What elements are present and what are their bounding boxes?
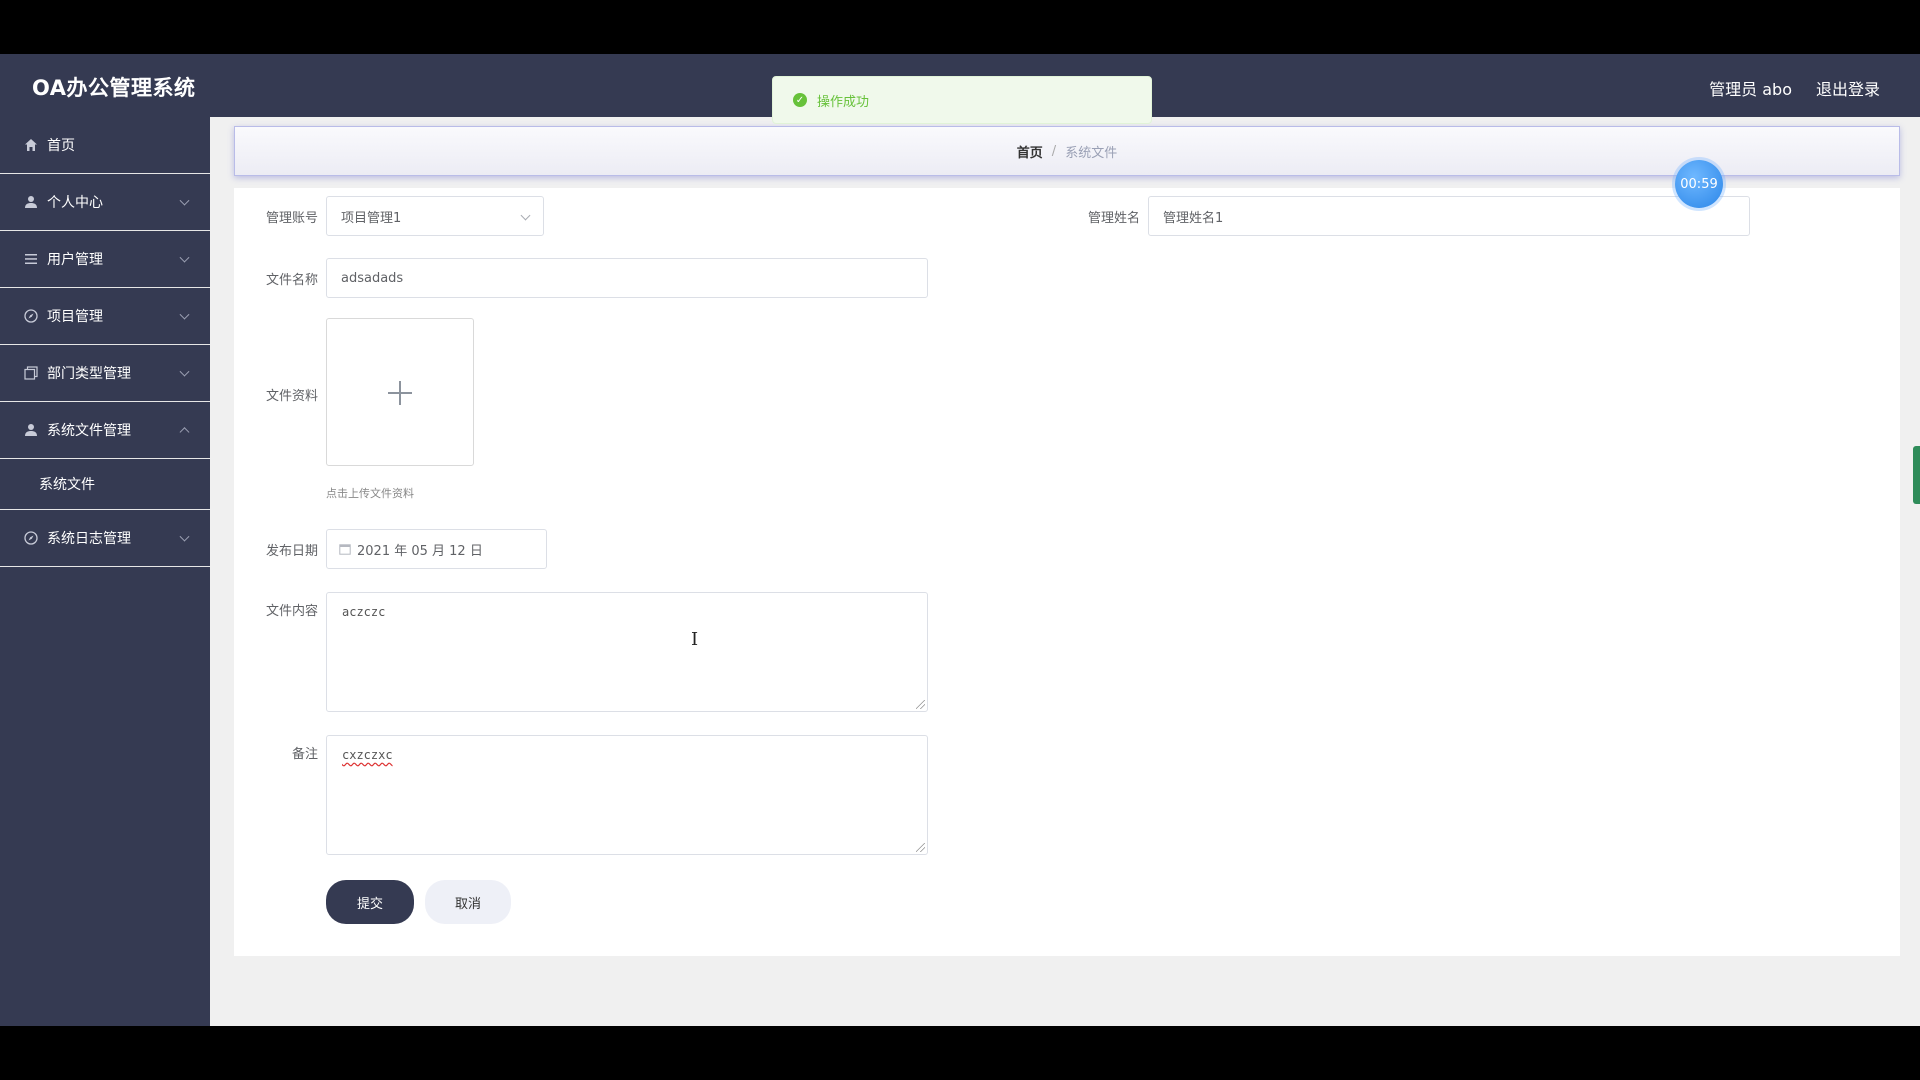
user-name[interactable]: 管理员 abo	[1709, 76, 1792, 100]
content-textarea[interactable]: aczczc	[326, 592, 928, 712]
file-name-input[interactable]: adsadads	[326, 258, 928, 298]
remark-text: cxzczxc	[342, 748, 393, 762]
file-upload-hint: 点击上传文件资料	[326, 487, 414, 500]
text-cursor-icon: I	[691, 629, 699, 650]
chevron-up-icon	[179, 427, 190, 438]
success-toast: ✓ 操作成功	[772, 76, 1152, 124]
remark-textarea[interactable]: cxzczxc	[326, 735, 928, 855]
home-icon	[24, 138, 38, 152]
sidebar-item-label: 部门类型管理	[47, 366, 131, 382]
date-value: 2021 年 05 月 12 日	[357, 543, 483, 559]
account-select[interactable]: 项目管理1	[326, 196, 544, 236]
app-title: OA办公管理系统	[32, 76, 196, 100]
logout-button[interactable]: 退出登录	[1816, 76, 1880, 100]
side-edge-tab[interactable]	[1913, 446, 1920, 504]
resize-handle-icon[interactable]	[916, 843, 925, 852]
sidebar-item-system-files[interactable]: 系统文件管理	[0, 402, 210, 459]
sidebar-subitem-system-file[interactable]: 系统文件	[0, 459, 210, 510]
sidebar-item-label: 个人中心	[47, 195, 103, 211]
breadcrumb-separator: /	[1051, 143, 1057, 159]
content-label: 文件内容	[265, 604, 318, 619]
name-label: 管理姓名	[1087, 211, 1140, 226]
sidebar-item-label: 用户管理	[47, 252, 103, 268]
sidebar-item-departments[interactable]: 部门类型管理	[0, 345, 210, 402]
account-select-value: 项目管理1	[341, 210, 402, 226]
file-upload-label: 文件资料	[265, 389, 318, 404]
remark-label: 备注	[291, 747, 318, 762]
sidebar: 首页 个人中心 用户管理 项目管理 部门类型管理 系统文件管理 系统文件 系统日…	[0, 117, 210, 1026]
cancel-button[interactable]: 取消	[425, 880, 511, 924]
sidebar-item-home[interactable]: 首页	[0, 117, 210, 174]
compass-icon	[24, 309, 38, 323]
sidebar-item-users[interactable]: 用户管理	[0, 231, 210, 288]
content-text: aczczc	[342, 605, 386, 619]
sidebar-item-label: 系统日志管理	[47, 531, 131, 547]
breadcrumb-current: 系统文件	[1065, 145, 1118, 161]
resize-handle-icon[interactable]	[916, 700, 925, 709]
submit-button[interactable]: 提交	[326, 880, 414, 924]
toast-message: 操作成功	[817, 94, 870, 110]
date-label: 发布日期	[265, 544, 318, 559]
user-icon	[24, 423, 38, 437]
chevron-down-icon	[179, 531, 190, 542]
check-circle-icon: ✓	[793, 93, 807, 107]
sidebar-item-profile[interactable]: 个人中心	[0, 174, 210, 231]
sidebar-item-label: 系统文件管理	[47, 423, 131, 439]
chevron-down-icon	[179, 309, 190, 320]
chevron-down-icon	[520, 210, 531, 221]
file-form: 管理账号 项目管理1 管理姓名 管理姓名1 文件名称 adsadads 文件资料	[234, 188, 1900, 956]
file-name-label: 文件名称	[265, 273, 318, 288]
calendar-icon	[339, 543, 351, 555]
chevron-down-icon	[179, 366, 190, 377]
name-input-value: 管理姓名1	[1163, 210, 1224, 226]
user-area: 管理员 abo 退出登录	[1709, 76, 1880, 100]
breadcrumb-home[interactable]: 首页	[1017, 142, 1043, 161]
file-name-input-value: adsadads	[341, 270, 404, 286]
sidebar-item-label: 首页	[47, 138, 75, 154]
app-window: OA办公管理系统 管理员 abo 退出登录 首页 个人中心 用户管理 项目管理 …	[0, 54, 1920, 1026]
chevron-down-icon	[179, 195, 190, 206]
breadcrumb: 首页 / 系统文件	[234, 126, 1900, 176]
main-content: 首页 / 系统文件 管理账号 项目管理1 管理姓名 管理姓名1 文件名称 ads…	[210, 117, 1920, 1026]
timer-badge[interactable]: 00:59	[1675, 160, 1723, 208]
copy-icon	[24, 366, 38, 380]
sidebar-item-projects[interactable]: 项目管理	[0, 288, 210, 345]
user-icon	[24, 195, 38, 209]
file-upload-button[interactable]	[326, 318, 474, 466]
date-picker[interactable]: 2021 年 05 月 12 日	[326, 529, 547, 569]
account-label: 管理账号	[265, 211, 318, 226]
name-input[interactable]: 管理姓名1	[1148, 196, 1750, 236]
chevron-down-icon	[179, 252, 190, 263]
list-icon	[24, 252, 38, 266]
sidebar-item-label: 项目管理	[47, 309, 103, 325]
compass-icon	[24, 531, 38, 545]
sidebar-item-system-logs[interactable]: 系统日志管理	[0, 510, 210, 567]
